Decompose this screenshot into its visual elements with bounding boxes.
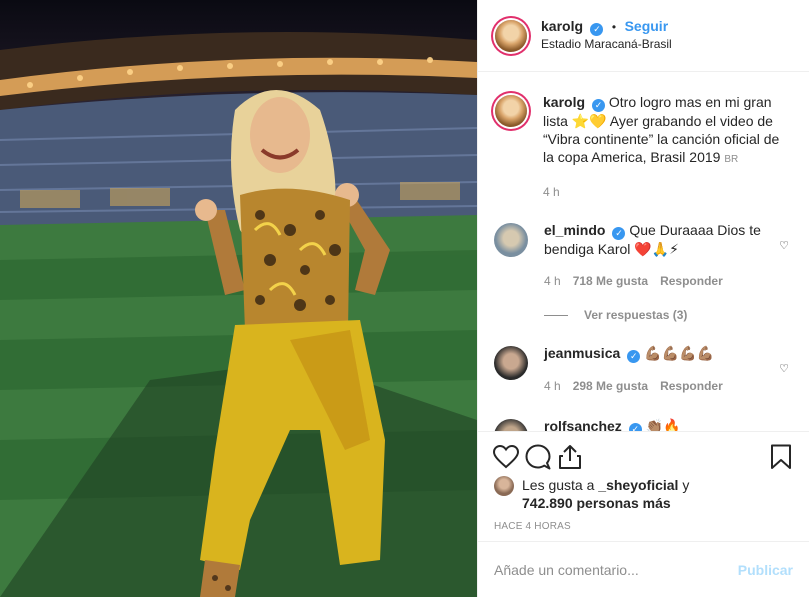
comments-list[interactable]: karolg ✓ Otro logro mas en mi gran lista … — [478, 73, 809, 431]
caption-time[interactable]: 4 h — [543, 183, 560, 201]
author-avatar[interactable] — [495, 19, 527, 52]
caption: karolg ✓ Otro logro mas en mi gran lista … — [494, 93, 793, 201]
share-icon[interactable] — [550, 437, 590, 477]
comment-like-heart-icon[interactable]: ♡ — [779, 362, 789, 375]
caption-username[interactable]: karolg — [543, 94, 585, 110]
comment-text: 👏🏽🔥 — [645, 418, 681, 431]
comment-likes[interactable]: 298 Me gusta — [573, 377, 648, 395]
flag-tag: BR — [724, 154, 739, 165]
comment-item: rolfsanchez ✓ 👏🏽🔥 — [494, 417, 793, 431]
likes-summary: Les gusta a _sheyoficial y 742.890 perso… — [494, 476, 793, 512]
verified-badge-icon: ✓ — [592, 99, 606, 112]
post-actions — [478, 431, 809, 481]
replies-divider — [544, 314, 568, 316]
reply-button[interactable]: Responder — [660, 377, 723, 395]
commenter-avatar[interactable] — [494, 346, 528, 380]
post-photo[interactable] — [0, 0, 477, 597]
verified-badge-icon: ✓ — [590, 23, 604, 36]
verified-badge-icon: ✓ — [612, 227, 626, 240]
reply-button[interactable]: Responder — [660, 272, 723, 290]
bookmark-icon[interactable] — [761, 437, 801, 477]
publish-button[interactable]: Publicar — [738, 562, 793, 578]
comment-text: 💪🏽💪🏽💪🏽💪🏽 — [644, 345, 714, 361]
likes-prefix: Les gusta a — [522, 477, 595, 493]
follow-button[interactable]: Seguir — [625, 18, 669, 34]
view-replies-label[interactable]: Ver respuestas (3) — [584, 308, 687, 322]
post-location[interactable]: Estadio Maracaná-Brasil — [541, 36, 672, 53]
post-header: karolg ✓ • Seguir Estadio Maracaná-Brasi… — [478, 0, 809, 72]
commenter-avatar[interactable] — [494, 223, 528, 257]
comment-time[interactable]: 4 h — [544, 377, 561, 395]
verified-badge-icon: ✓ — [627, 350, 641, 363]
likes-count[interactable]: 742.890 personas más — [522, 495, 671, 511]
author-username[interactable]: karolg — [541, 18, 583, 34]
comment-input[interactable] — [494, 561, 738, 578]
post-timestamp[interactable]: HACE 4 HORAS — [494, 521, 571, 532]
view-replies-button[interactable]: Ver respuestas (3) — [544, 308, 793, 322]
comment-username[interactable]: rolfsanchez — [544, 418, 622, 431]
comment-time[interactable]: 4 h — [544, 272, 561, 290]
separator-dot: • — [611, 20, 617, 34]
stadium-photo-illustration — [0, 32, 477, 597]
caption-avatar[interactable] — [495, 95, 527, 127]
comment-username[interactable]: jeanmusica — [544, 345, 620, 361]
verified-badge-icon: ✓ — [628, 423, 642, 431]
post-sidebar: karolg ✓ • Seguir Estadio Maracaná-Brasi… — [477, 0, 809, 597]
liker-avatar[interactable] — [494, 476, 514, 496]
add-comment-bar: Publicar — [478, 541, 809, 597]
comment-username[interactable]: el_mindo — [544, 222, 605, 238]
comment-likes[interactable]: 718 Me gusta — [573, 272, 648, 290]
comment-like-heart-icon[interactable]: ♡ — [779, 239, 789, 252]
likes-conj: y — [682, 477, 690, 493]
comment-item: el_mindo ✓ Que Duraaaa Dios te bendiga Ka… — [494, 221, 793, 290]
liker-username[interactable]: _sheyoficial — [598, 477, 678, 493]
comment-item: jeanmusica ✓ 💪🏽💪🏽💪🏽💪🏽 4 h 298 Me gusta Re… — [494, 344, 793, 395]
commenter-avatar[interactable] — [494, 419, 528, 431]
